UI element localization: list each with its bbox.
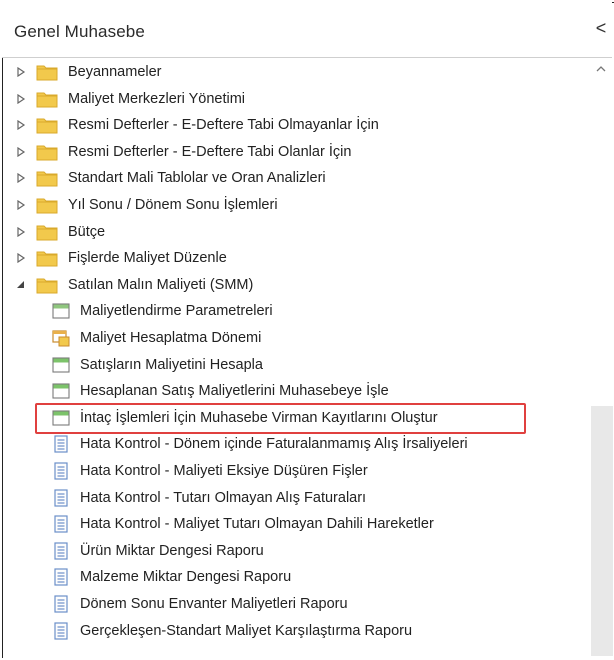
tree-item-row[interactable]: Malzeme Miktar Dengesi Raporu (2, 564, 587, 590)
folder-icon (36, 198, 58, 214)
folder-icon (36, 225, 58, 241)
report-icon (54, 435, 68, 453)
tree-item-label: Hesaplanan Satış Maliyetlerini Muhasebey… (80, 383, 389, 400)
tree-item-label: Maliyetlendirme Parametreleri (80, 303, 273, 320)
folder-icon (36, 171, 58, 187)
tree-item-row[interactable]: Maliyetlendirme Parametreleri (2, 298, 587, 324)
tree-folder-label: Resmi Defterler - E-Deftere Tabi Olanlar… (68, 143, 352, 160)
tree-item-row[interactable]: Hata Kontrol - Maliyeti Eksiye Düşüren F… (2, 458, 587, 484)
report-icon (54, 515, 68, 533)
report-icon (54, 568, 68, 586)
tree-folder-row[interactable]: Resmi Defterler - E-Deftere Tabi Olmayan… (2, 112, 587, 138)
tree-item-label: Ürün Miktar Dengesi Raporu (80, 542, 264, 559)
report-icon (54, 488, 68, 507)
tree-folder-row[interactable]: Fişlerde Maliyet Düzenle (2, 245, 587, 271)
form-window-green-icon (52, 383, 70, 399)
scroll-thumb[interactable] (591, 406, 613, 656)
tree-folder-label: Yıl Sonu / Dönem Sonu İşlemleri (68, 197, 278, 213)
tree-item-row[interactable]: Hata Kontrol - Dönem içinde Faturalanmam… (2, 431, 587, 457)
tree-folder-row[interactable]: Bütçe (2, 219, 587, 245)
tree-folder-label: Fişlerde Maliyet Düzenle (68, 250, 227, 267)
tree-item-label: Hata Kontrol - Maliyet Tutarı Olmayan Da… (80, 516, 434, 533)
tree-folder-row[interactable]: Resmi Defterler - E-Deftere Tabi Olanlar… (2, 139, 587, 165)
expand-arrow-icon[interactable] (16, 93, 26, 104)
report-icon (54, 462, 68, 480)
expand-arrow-icon[interactable] (16, 253, 26, 264)
expand-arrow-icon[interactable] (16, 146, 26, 157)
tree-item-label: Gerçekleşen-Standart Maliyet Karşılaştır… (80, 622, 413, 639)
panel-header: Genel Muhasebe < (2, 2, 612, 58)
tree-folder-row[interactable]: Satılan Malın Maliyeti (SMM) (2, 272, 587, 298)
tree-folder-label: Maliyet Merkezleri Yönetimi (68, 90, 246, 107)
tree-item-label: Maliyet Hesaplatma Dönemi (80, 330, 262, 346)
tree-item-label: Dönem Sonu Envanter Maliyetleri Raporu (80, 596, 348, 612)
collapse-panel-button[interactable]: < (594, 18, 608, 38)
folder-icon (36, 278, 58, 294)
tree-folder-row[interactable]: Standart Mali Tablolar ve Oran Analizler… (2, 165, 587, 191)
folder-icon (36, 92, 58, 108)
folder-icon (36, 65, 58, 81)
report-icon (54, 542, 68, 560)
tree-item-label: Satışların Maliyetini Hesapla (80, 356, 263, 373)
expand-arrow-icon[interactable] (16, 226, 26, 237)
tree-item-row[interactable]: Ürün Miktar Dengesi Raporu (2, 538, 587, 564)
tree-item-row[interactable]: Satışların Maliyetini Hesapla (2, 352, 587, 378)
expand-arrow-icon[interactable] (16, 200, 26, 210)
collapse-arrow-icon[interactable] (16, 280, 26, 290)
tree-item-label: Malzeme Miktar Dengesi Raporu (80, 569, 292, 586)
vertical-scrollbar[interactable] (588, 58, 614, 656)
tree-folder-label: Satılan Malın Maliyeti (SMM) (68, 276, 254, 293)
form-window-green-icon (52, 410, 70, 426)
panel-title: Genel Muhasebe (14, 22, 145, 41)
scroll-up-icon[interactable] (596, 64, 606, 74)
folder-icon (36, 118, 58, 134)
tree-folder-row[interactable]: Maliyet Merkezleri Yönetimi (2, 86, 587, 112)
tree-item-label: Hata Kontrol - Dönem içinde Faturalanmam… (80, 436, 468, 453)
tree-item-row[interactable]: Hata Kontrol - Tutarı Olmayan Alış Fatur… (2, 485, 587, 511)
tree-folder-label: Beyannameler (68, 64, 162, 80)
tree-item-row[interactable]: Gerçekleşen-Standart Maliyet Karşılaştır… (2, 618, 587, 644)
tree-folder-label: Resmi Defterler - E-Deftere Tabi Olmayan… (68, 117, 379, 134)
report-icon (54, 621, 68, 640)
expand-arrow-icon[interactable] (16, 120, 26, 131)
tree-item-label: Hata Kontrol - Maliyeti Eksiye Düşüren F… (80, 463, 368, 479)
tree-item-row[interactable]: İntaç İşlemleri İçin Muhasebe Virman Kay… (2, 405, 587, 431)
tree-folder-label: Standart Mali Tablolar ve Oran Analizler… (68, 170, 326, 187)
tree-item-row[interactable]: Hata Kontrol - Maliyet Tutarı Olmayan Da… (2, 511, 587, 537)
tree-item-row[interactable]: Maliyet Hesaplatma Dönemi (2, 325, 587, 351)
menu-tree: Beyannameler Maliyet Merkezleri Yönetimi… (2, 58, 587, 656)
tree-folder-label: Bütçe (68, 223, 106, 240)
tree-item-label: İntaç İşlemleri İçin Muhasebe Virman Kay… (80, 409, 438, 426)
tree-item-row[interactable]: Dönem Sonu Envanter Maliyetleri Raporu (2, 591, 587, 617)
folder-icon (36, 145, 58, 161)
tree-item-row[interactable]: Hesaplanan Satış Maliyetlerini Muhasebey… (2, 378, 587, 404)
expand-arrow-icon[interactable] (16, 67, 26, 77)
form-window-green-icon (52, 357, 70, 373)
folder-icon (36, 251, 58, 267)
tree-folder-row[interactable]: Yıl Sonu / Dönem Sonu İşlemleri (2, 192, 587, 218)
form-window-icon (52, 303, 70, 319)
tree-item-label: Hata Kontrol - Tutarı Olmayan Alış Fatur… (80, 489, 367, 506)
period-window-icon (52, 330, 70, 347)
expand-arrow-icon[interactable] (16, 173, 26, 184)
tree-folder-row[interactable]: Beyannameler (2, 59, 587, 85)
report-icon (54, 595, 68, 613)
